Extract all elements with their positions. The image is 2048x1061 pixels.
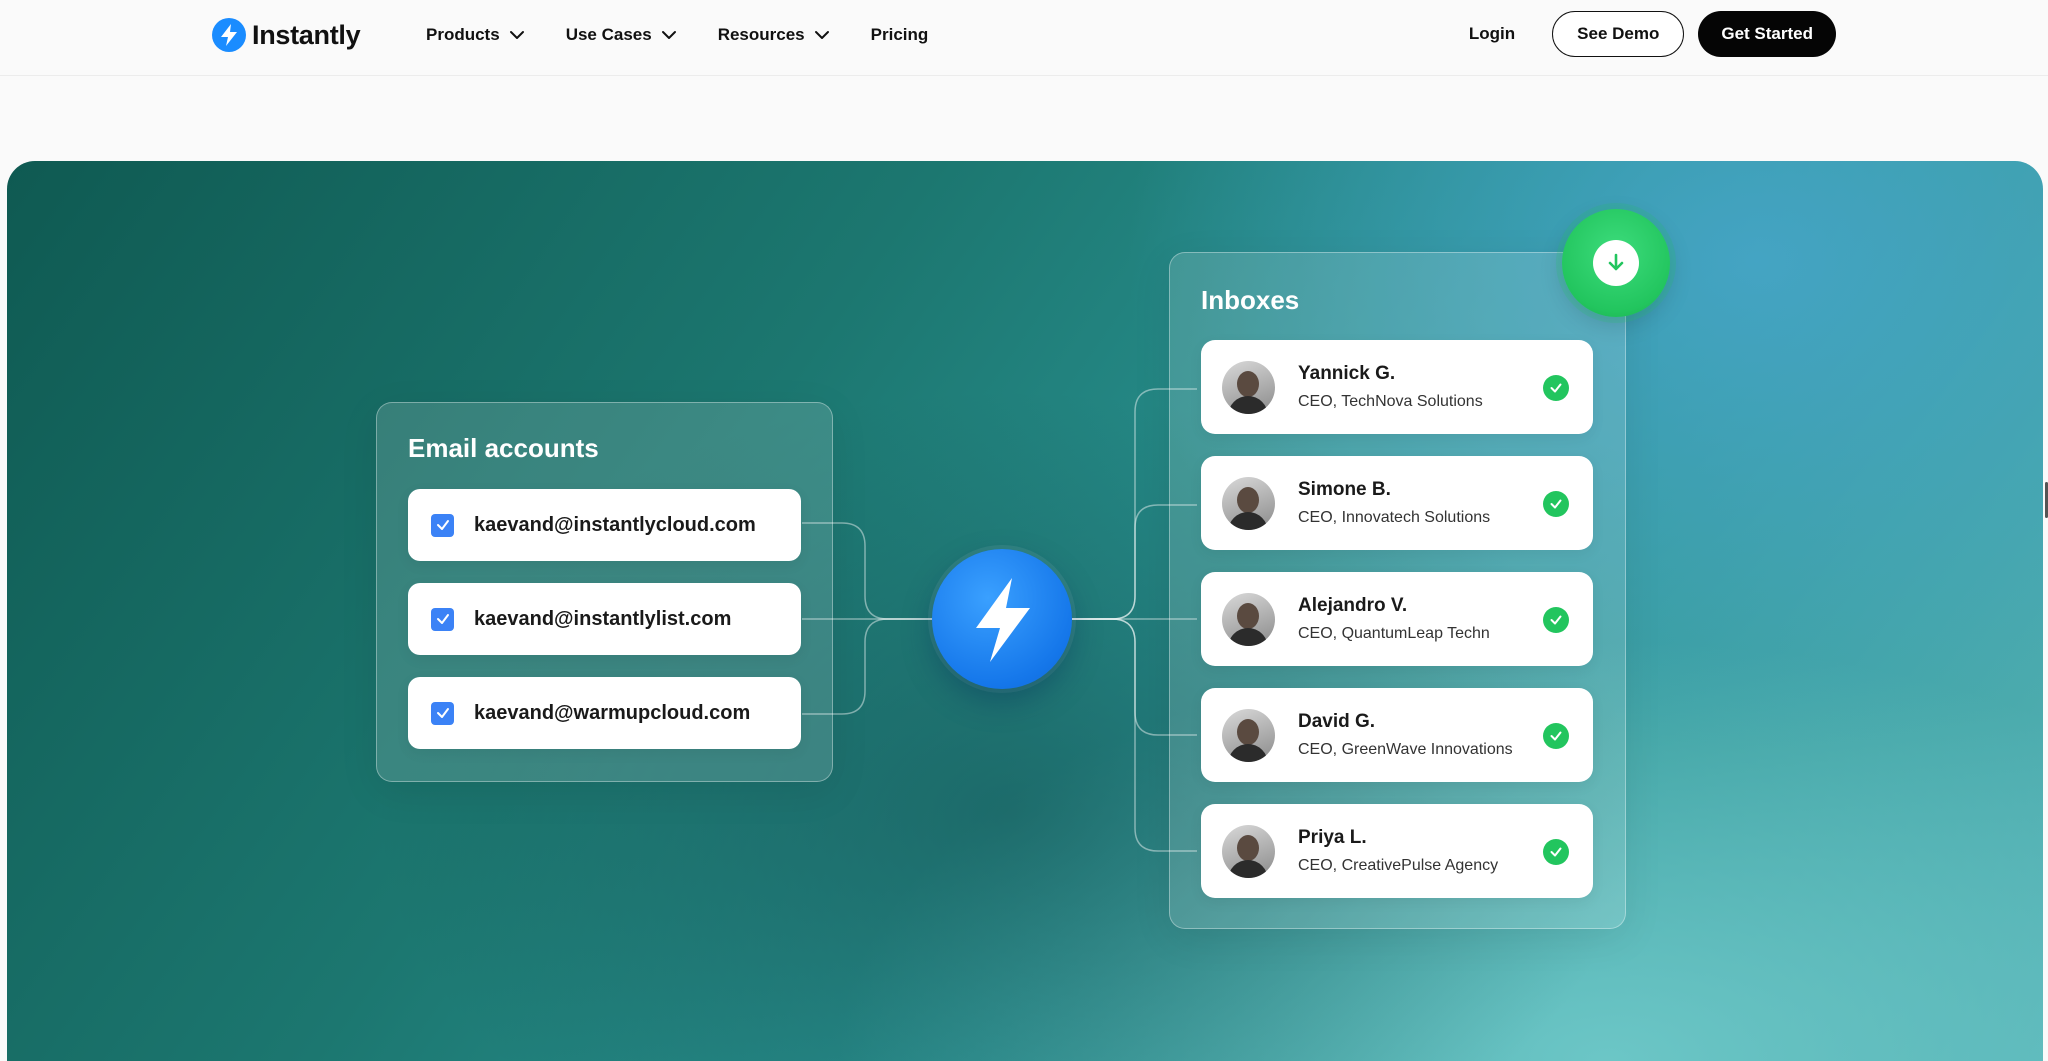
verified-check-icon xyxy=(1543,723,1569,749)
person-name: David G. xyxy=(1298,711,1376,732)
email-account-row[interactable]: kaevand@warmupcloud.com xyxy=(408,677,801,749)
email-address: kaevand@warmupcloud.com xyxy=(474,701,751,724)
verified-check-icon xyxy=(1543,607,1569,633)
menu-item-use-cases[interactable]: Use Cases xyxy=(566,25,678,45)
top-navigation: Instantly Products Use Cases Resources P… xyxy=(0,0,2048,76)
avatar xyxy=(1222,476,1275,530)
see-demo-button[interactable]: See Demo xyxy=(1552,11,1685,57)
arrow-down-icon xyxy=(1593,240,1639,286)
verified-check-icon xyxy=(1543,375,1569,401)
nav-actions: Login See Demo Get Started xyxy=(1469,11,1836,57)
person-role: CEO, QuantumLeap Techn xyxy=(1298,625,1490,642)
inbox-row[interactable]: Yannick G. CEO, TechNova Solutions xyxy=(1201,340,1593,434)
person-name: Yannick G. xyxy=(1298,363,1396,384)
verified-check-icon xyxy=(1543,491,1569,517)
menu-item-products[interactable]: Products xyxy=(426,25,526,45)
check-icon xyxy=(436,520,449,530)
avatar xyxy=(1222,592,1275,646)
inbox-row[interactable]: Alejandro V. CEO, QuantumLeap Techn xyxy=(1201,572,1593,666)
verified-check-icon xyxy=(1543,839,1569,865)
lightning-bolt-icon xyxy=(212,18,246,52)
email-accounts-title: Email accounts xyxy=(408,433,599,463)
person-role: CEO, TechNova Solutions xyxy=(1298,393,1483,410)
chevron-down-icon xyxy=(509,31,524,39)
hero-illustration: Email accounts kaevand@instantlycloud.co… xyxy=(7,161,2043,1061)
email-account-row[interactable]: kaevand@instantlycloud.com xyxy=(408,489,801,561)
checkbox-checked[interactable] xyxy=(431,701,454,725)
person-name: Alejandro V. xyxy=(1298,595,1408,616)
menu-item-label: Pricing xyxy=(870,25,929,44)
email-address: kaevand@instantlylist.com xyxy=(474,607,732,630)
inboxes-card: Inboxes Yannick G. CEO, TechNova Solutio… xyxy=(1169,252,1626,929)
person-role: CEO, Innovatech Solutions xyxy=(1298,509,1491,526)
person-name: Simone B. xyxy=(1298,479,1391,500)
email-account-row[interactable]: kaevand@instantlylist.com xyxy=(408,583,801,655)
avatar xyxy=(1222,360,1275,414)
checkbox-checked[interactable] xyxy=(431,607,454,631)
avatar xyxy=(1222,824,1275,878)
person-role: CEO, CreativePulse Agency xyxy=(1298,857,1499,874)
inbox-row[interactable]: Simone B. CEO, Innovatech Solutions xyxy=(1201,456,1593,550)
person-name: Priya L. xyxy=(1298,827,1367,848)
brand-logo[interactable]: Instantly xyxy=(212,18,361,52)
check-icon xyxy=(436,614,449,624)
menu-item-label: Resources xyxy=(717,25,805,44)
email-address: kaevand@instantlycloud.com xyxy=(474,513,756,536)
menu-item-label: Use Cases xyxy=(565,25,652,44)
main-menu: Products Use Cases Resources Pricing xyxy=(426,0,968,70)
menu-item-label: Products xyxy=(426,25,500,44)
menu-item-resources[interactable]: Resources xyxy=(718,25,831,45)
inboxes-title: Inboxes xyxy=(1201,285,1300,315)
inbox-row[interactable]: David G. CEO, GreenWave Innovations xyxy=(1201,688,1593,782)
download-badge xyxy=(1562,209,1670,317)
check-icon xyxy=(436,708,449,718)
lightning-bolt-icon xyxy=(976,578,1030,662)
avatar xyxy=(1222,708,1275,762)
brand-name: Instantly xyxy=(252,19,361,50)
instantly-hub xyxy=(932,549,1072,689)
get-started-button[interactable]: Get Started xyxy=(1698,11,1836,57)
email-accounts-card: Email accounts kaevand@instantlycloud.co… xyxy=(376,402,833,782)
person-role: CEO, GreenWave Innovations xyxy=(1298,741,1513,758)
inbox-row[interactable]: Priya L. CEO, CreativePulse Agency xyxy=(1201,804,1593,898)
checkbox-checked[interactable] xyxy=(431,513,454,537)
login-link[interactable]: Login xyxy=(1469,24,1515,44)
chevron-down-icon xyxy=(814,31,829,39)
menu-item-pricing[interactable]: Pricing xyxy=(871,25,929,45)
chevron-down-icon xyxy=(661,31,676,39)
